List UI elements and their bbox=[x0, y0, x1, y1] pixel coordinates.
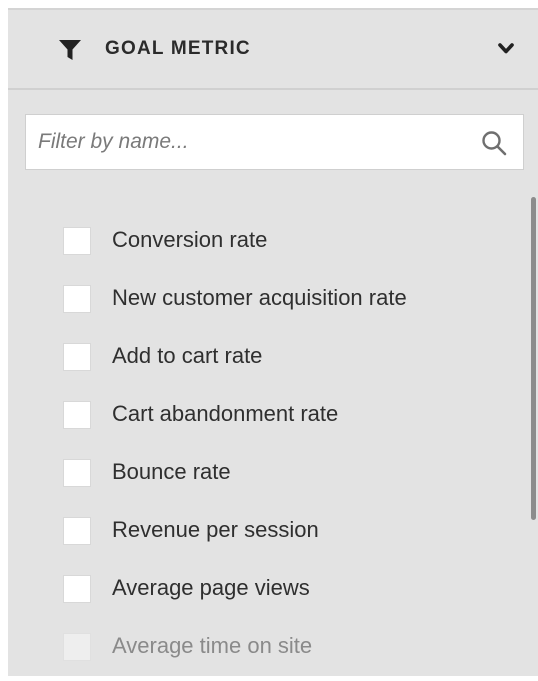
metric-item-average-page-views[interactable]: Average page views bbox=[63, 570, 503, 610]
metric-item-cart-abandonment-rate[interactable]: Cart abandonment rate bbox=[63, 396, 503, 436]
metric-item-new-customer-acquisition-rate[interactable]: New customer acquisition rate bbox=[63, 280, 503, 320]
filter-search-box bbox=[25, 114, 524, 170]
goal-metric-panel: GOAL METRIC Conversion rate New customer… bbox=[8, 8, 538, 676]
metric-item-conversion-rate[interactable]: Conversion rate bbox=[63, 222, 503, 262]
metric-checkbox[interactable] bbox=[63, 517, 91, 545]
metric-checkbox[interactable] bbox=[63, 575, 91, 603]
list-scrollbar[interactable] bbox=[531, 197, 536, 520]
metric-label: Conversion rate bbox=[112, 227, 268, 252]
metric-label: Bounce rate bbox=[112, 459, 231, 484]
funnel-icon bbox=[59, 40, 81, 60]
panel-title: GOAL METRIC bbox=[105, 38, 251, 59]
metric-checkbox[interactable] bbox=[63, 285, 91, 313]
metric-label: Cart abandonment rate bbox=[112, 401, 339, 426]
metric-label: Average page views bbox=[112, 575, 310, 600]
metric-checkbox[interactable] bbox=[63, 227, 91, 255]
metric-item-add-to-cart-rate[interactable]: Add to cart rate bbox=[63, 338, 503, 378]
metric-label: Add to cart rate bbox=[112, 343, 263, 368]
metric-item-revenue-per-session[interactable]: Revenue per session bbox=[63, 512, 503, 552]
metric-checkbox[interactable] bbox=[63, 343, 91, 371]
metric-checkbox[interactable] bbox=[63, 459, 91, 487]
metric-label: Average time on site bbox=[112, 633, 313, 658]
filter-search-input[interactable] bbox=[38, 115, 458, 169]
search-icon[interactable] bbox=[481, 130, 507, 156]
metric-checkbox[interactable] bbox=[63, 401, 91, 429]
metric-label: Revenue per session bbox=[112, 517, 319, 542]
chevron-down-icon[interactable] bbox=[498, 43, 514, 56]
metric-item-bounce-rate[interactable]: Bounce rate bbox=[63, 454, 503, 494]
metric-item-average-time-on-site[interactable]: Average time on site bbox=[63, 628, 503, 668]
metric-label: New customer acquisition rate bbox=[112, 285, 407, 310]
metric-checkbox[interactable] bbox=[63, 633, 91, 661]
goal-metric-header[interactable]: GOAL METRIC bbox=[8, 10, 538, 90]
